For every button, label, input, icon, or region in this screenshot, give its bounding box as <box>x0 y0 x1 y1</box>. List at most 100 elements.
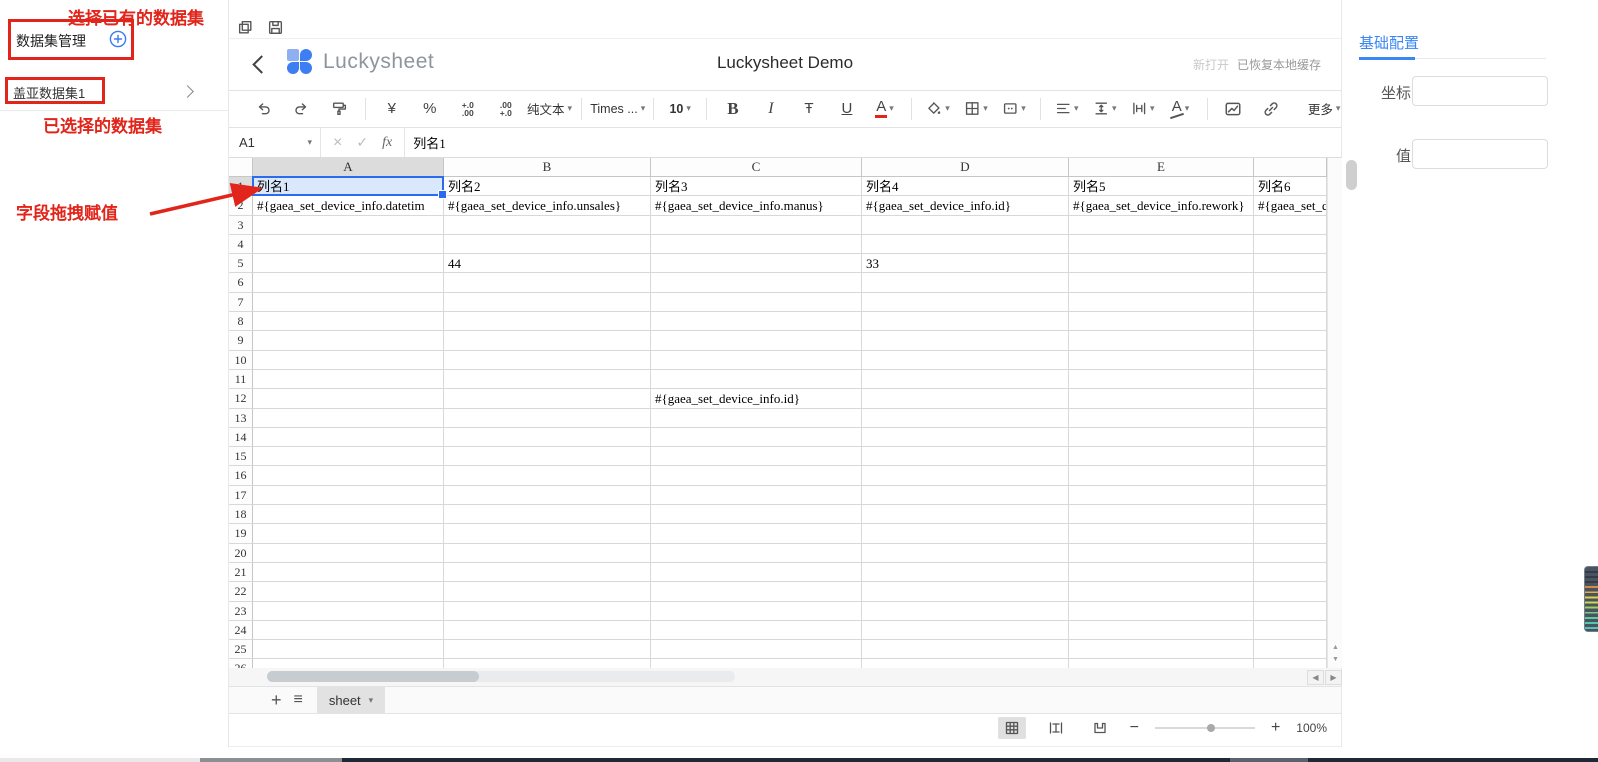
cell[interactable] <box>444 659 651 668</box>
zoom-slider[interactable] <box>1155 721 1255 735</box>
cell[interactable] <box>1069 486 1254 505</box>
value-input[interactable] <box>1412 139 1548 169</box>
cell-reference-dropdown[interactable]: A1▾ <box>229 128 321 157</box>
scroll-right-button[interactable]: ▶ <box>1325 670 1342 685</box>
cell[interactable] <box>862 602 1069 621</box>
cell[interactable] <box>253 273 444 292</box>
row-header[interactable]: 7 <box>229 293 253 312</box>
cell[interactable] <box>444 582 651 601</box>
formula-input[interactable]: 列名1 <box>405 133 1341 152</box>
formula-cancel-icon[interactable]: × <box>333 134 342 152</box>
column-header[interactable] <box>1254 158 1327 177</box>
cell[interactable] <box>1069 351 1254 370</box>
chevron-right-icon[interactable] <box>181 85 194 98</box>
cell[interactable] <box>1069 447 1254 466</box>
cell[interactable] <box>253 409 444 428</box>
cell[interactable] <box>253 331 444 350</box>
cell[interactable] <box>253 293 444 312</box>
cell[interactable] <box>1069 331 1254 350</box>
chart-button[interactable] <box>1217 96 1249 122</box>
add-sheet-button[interactable]: + <box>271 691 282 709</box>
cell[interactable] <box>651 621 862 640</box>
cell[interactable] <box>253 254 444 273</box>
formula-confirm-icon[interactable]: ✓ <box>356 134 368 151</box>
cell[interactable] <box>1069 505 1254 524</box>
cell[interactable] <box>444 428 651 447</box>
decimal-decrease-button[interactable]: .00+.0 <box>490 96 522 122</box>
cell[interactable] <box>1069 273 1254 292</box>
row-header[interactable]: 3 <box>229 216 253 235</box>
cell[interactable]: 列名6 <box>1254 177 1327 196</box>
cell[interactable] <box>651 409 862 428</box>
undo-button[interactable] <box>247 96 279 122</box>
cell[interactable] <box>444 486 651 505</box>
cell[interactable] <box>1254 409 1327 428</box>
cell[interactable] <box>1254 370 1327 389</box>
cell[interactable] <box>1254 331 1327 350</box>
cell[interactable] <box>444 216 651 235</box>
row-header[interactable]: 8 <box>229 312 253 331</box>
cell[interactable] <box>1254 312 1327 331</box>
cell[interactable] <box>444 621 651 640</box>
cell[interactable]: #{gaea_set_device_info.id} <box>651 389 862 408</box>
redo-button[interactable] <box>285 96 317 122</box>
tab-basic-config[interactable]: 基础配置 <box>1359 32 1419 53</box>
cell[interactable] <box>651 486 862 505</box>
add-dataset-icon[interactable] <box>109 30 127 48</box>
cell[interactable] <box>651 447 862 466</box>
cell[interactable] <box>1254 466 1327 485</box>
cell[interactable]: #{gaea_set_device_info.datetim <box>253 196 444 215</box>
cell[interactable] <box>1069 370 1254 389</box>
cell[interactable]: #{gaea_set_device_info.rework} <box>1069 196 1254 215</box>
cell[interactable] <box>1069 466 1254 485</box>
row-header[interactable]: 9 <box>229 331 253 350</box>
cell[interactable] <box>1069 409 1254 428</box>
row-header[interactable]: 13 <box>229 409 253 428</box>
cell[interactable] <box>651 640 862 659</box>
more-dropdown[interactable]: 更多▾ <box>1307 96 1341 122</box>
browser-edge-widget[interactable] <box>1584 566 1598 632</box>
zoom-out-button[interactable]: − <box>1130 720 1139 736</box>
cell[interactable] <box>253 524 444 543</box>
dataset-item[interactable]: 盖亚数据集1 <box>13 83 85 102</box>
column-header[interactable]: A <box>253 158 444 177</box>
cell[interactable] <box>1254 389 1327 408</box>
cell[interactable] <box>1069 582 1254 601</box>
row-header[interactable]: 6 <box>229 273 253 292</box>
cell[interactable]: #{gaea_set_device_info.unsales} <box>444 196 651 215</box>
cell[interactable] <box>862 621 1069 640</box>
cell[interactable] <box>444 563 651 582</box>
cell[interactable] <box>253 351 444 370</box>
cell[interactable]: 列名3 <box>651 177 862 196</box>
vertical-align-button[interactable]: ▾ <box>1089 96 1121 122</box>
cell[interactable] <box>651 351 862 370</box>
row-header[interactable]: 16 <box>229 466 253 485</box>
font-color-button[interactable]: A▾ <box>869 96 901 122</box>
format-painter-button[interactable] <box>323 96 355 122</box>
row-header[interactable]: 11 <box>229 370 253 389</box>
cell[interactable] <box>444 640 651 659</box>
cell[interactable] <box>651 428 862 447</box>
cell[interactable] <box>651 293 862 312</box>
cell[interactable] <box>651 563 862 582</box>
row-header[interactable]: 25 <box>229 640 253 659</box>
cell[interactable] <box>1254 524 1327 543</box>
cell[interactable] <box>862 447 1069 466</box>
cell[interactable] <box>444 235 651 254</box>
cell[interactable] <box>444 409 651 428</box>
cell[interactable] <box>1069 524 1254 543</box>
page-break-view-button[interactable] <box>1042 717 1070 739</box>
cell[interactable] <box>651 331 862 350</box>
cell[interactable] <box>444 447 651 466</box>
cell[interactable] <box>862 389 1069 408</box>
cell[interactable] <box>1069 544 1254 563</box>
cell[interactable]: 列名5 <box>1069 177 1254 196</box>
cell[interactable] <box>1069 621 1254 640</box>
panel-scrollbar-thumb[interactable] <box>1346 160 1357 190</box>
row-header[interactable]: 23 <box>229 602 253 621</box>
cell[interactable]: #{gaea_set_device_info.id} <box>862 196 1069 215</box>
cell[interactable] <box>1069 293 1254 312</box>
cell[interactable] <box>1254 293 1327 312</box>
row-header[interactable]: 18 <box>229 505 253 524</box>
cell[interactable] <box>253 216 444 235</box>
